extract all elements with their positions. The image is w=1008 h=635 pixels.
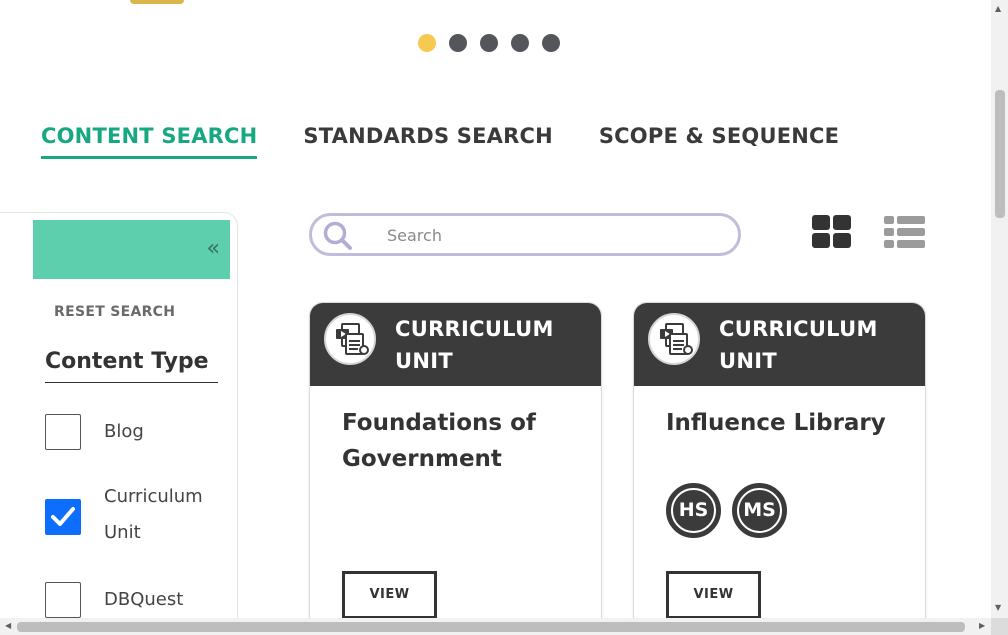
carousel-dot-5[interactable]	[542, 34, 560, 52]
result-card: CURRICULUM UNIT Foundations of Governmen…	[309, 302, 602, 635]
filter-item-blog[interactable]: Blog	[45, 414, 144, 450]
double-chevron-left-icon[interactable]: «	[207, 238, 220, 260]
vertical-scrollbar[interactable]: ▲ ▼	[991, 0, 1008, 618]
view-button[interactable]: VIEW	[342, 571, 437, 619]
filter-label-blog: Blog	[104, 421, 144, 442]
filter-item-curriculum-unit[interactable]: Curriculum Unit	[45, 479, 214, 551]
card-header: CURRICULUM UNIT	[310, 303, 601, 386]
tab-scope-sequence[interactable]: SCOPE & SEQUENCE	[599, 124, 839, 159]
carousel-dot-1[interactable]	[418, 34, 436, 52]
vertical-scroll-thumb[interactable]	[995, 90, 1005, 218]
grade-level-badges: HS MS	[666, 483, 787, 538]
hero-image-edge	[130, 0, 184, 4]
list-view-icon	[884, 216, 925, 248]
checkbox-dbquest[interactable]	[45, 582, 81, 618]
tab-standards-search[interactable]: STANDARDS SEARCH	[303, 124, 552, 159]
checkbox-blog[interactable]	[45, 414, 81, 450]
grade-badge-hs: HS	[666, 483, 721, 538]
card-type-label: CURRICULUM UNIT	[719, 317, 878, 373]
scrollbar-corner	[991, 618, 1008, 635]
card-title[interactable]: Foundations of Government	[342, 405, 572, 477]
sidebar-collapse-bar[interactable]: «	[33, 220, 230, 279]
filter-label-dbquest: DBQuest	[104, 589, 184, 610]
carousel-dot-3[interactable]	[480, 34, 498, 52]
scroll-up-arrow-icon[interactable]: ▲	[995, 4, 1001, 13]
scroll-right-arrow-icon[interactable]: ▶	[979, 621, 985, 630]
reset-search-link[interactable]: RESET SEARCH	[54, 304, 175, 320]
checkbox-curriculum-unit[interactable]	[45, 499, 81, 535]
curriculum-unit-icon	[648, 313, 700, 365]
card-title[interactable]: Influence Library	[666, 405, 896, 441]
horizontal-scroll-thumb[interactable]	[17, 622, 965, 632]
search-input[interactable]	[387, 223, 717, 247]
list-view-toggle[interactable]	[884, 215, 926, 253]
result-card: CURRICULUM UNIT Influence Library HS MS …	[633, 302, 926, 635]
grid-view-toggle[interactable]	[812, 215, 852, 253]
card-header: CURRICULUM UNIT	[634, 303, 925, 386]
carousel-dot-4[interactable]	[511, 34, 529, 52]
card-type-label: CURRICULUM UNIT	[395, 317, 554, 373]
carousel-dot-2[interactable]	[449, 34, 467, 52]
carousel-dots	[418, 34, 560, 52]
grade-badge-ms: MS	[732, 483, 787, 538]
curriculum-unit-icon	[324, 313, 376, 365]
content-type-heading: Content Type	[45, 349, 218, 383]
search-icon	[323, 221, 352, 250]
view-button[interactable]: VIEW	[666, 571, 761, 619]
filter-item-dbquest[interactable]: DBQuest	[45, 582, 183, 618]
checkmark-icon	[51, 507, 75, 526]
filter-label-curriculum-unit: Curriculum Unit	[104, 486, 203, 543]
search-box[interactable]	[309, 213, 741, 256]
search-tabs: CONTENT SEARCH STANDARDS SEARCH SCOPE & …	[41, 124, 839, 159]
filter-sidebar: « RESET SEARCH Content Type Blog Curricu…	[0, 212, 238, 635]
scroll-left-arrow-icon[interactable]: ◀	[5, 621, 11, 630]
scroll-down-arrow-icon[interactable]: ▼	[995, 603, 1001, 612]
tab-content-search[interactable]: CONTENT SEARCH	[41, 124, 258, 159]
horizontal-scrollbar[interactable]: ◀ ▶	[0, 618, 991, 635]
grid-view-icon	[812, 215, 851, 248]
